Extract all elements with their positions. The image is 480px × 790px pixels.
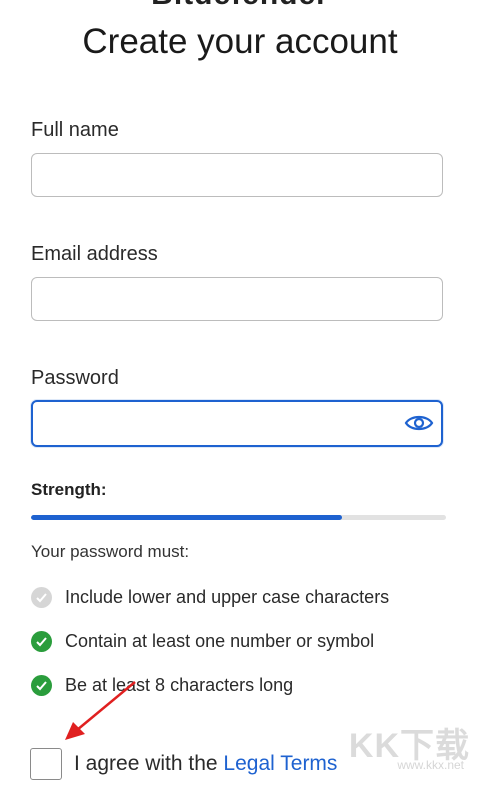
legal-terms-checkbox[interactable] <box>30 748 62 780</box>
rule-text: Include lower and upper case characters <box>65 586 390 607</box>
rule-item: Contain at least one number or symbol <box>31 629 374 653</box>
watermark-url: www.kkx.net <box>397 758 464 772</box>
eye-icon[interactable] <box>404 410 434 436</box>
password-rules-intro: Your password must: <box>31 542 190 561</box>
full-name-input[interactable] <box>31 153 443 197</box>
watermark: KK下载 www.kkx.net <box>349 718 470 774</box>
strength-meter <box>31 515 446 520</box>
check-circle-icon <box>31 630 52 652</box>
strength-label: Strength: <box>31 480 107 499</box>
full-name-label: Full name <box>31 119 119 141</box>
legal-terms-row: I agree with the Legal Terms <box>30 747 337 781</box>
check-circle-icon <box>31 674 52 696</box>
pending-check-icon <box>31 586 52 608</box>
legal-terms-text: I agree with the Legal Terms <box>74 752 337 776</box>
rule-text: Contain at least one number or symbol <box>65 630 375 651</box>
legal-terms-prefix: I agree with the <box>74 752 224 775</box>
annotation-arrow-icon <box>65 681 136 740</box>
password-label: Password <box>31 367 119 389</box>
page-title: Create your account <box>82 22 398 61</box>
email-input[interactable] <box>31 277 443 321</box>
rule-item: Include lower and upper case characters <box>31 585 389 609</box>
email-label: Email address <box>31 243 158 265</box>
brand-logo-text: Bitdefender <box>0 0 480 8</box>
legal-terms-link[interactable]: Legal Terms <box>223 752 337 775</box>
strength-meter-fill <box>31 515 343 520</box>
password-input[interactable] <box>31 400 443 447</box>
